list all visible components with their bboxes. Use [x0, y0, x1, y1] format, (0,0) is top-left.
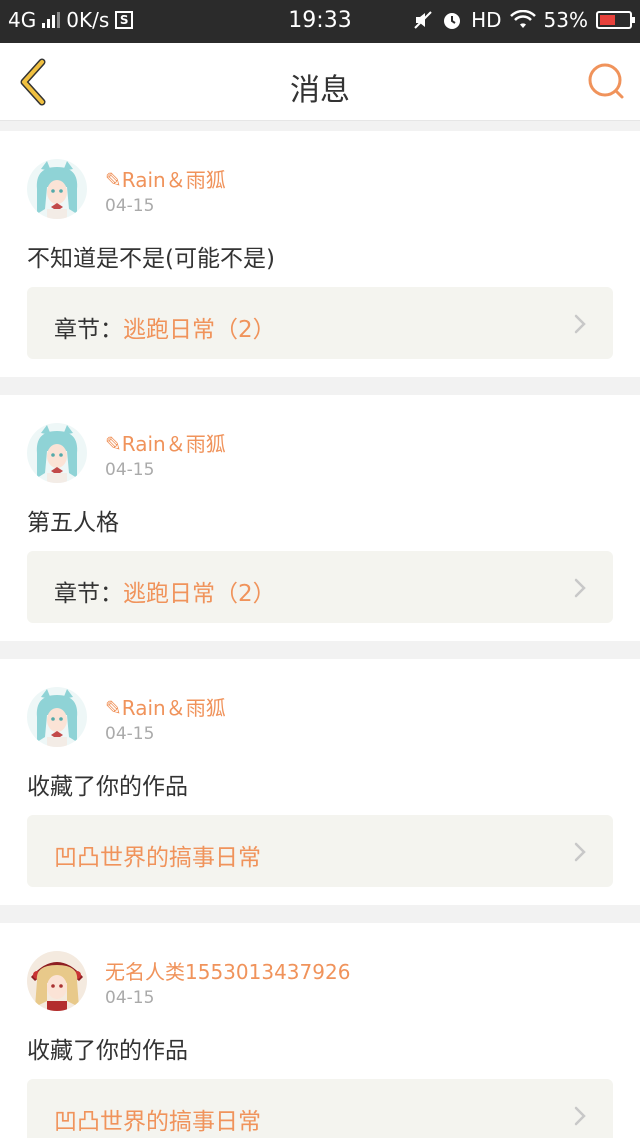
work-link[interactable]: 凹凸世界的搞事日常	[27, 1079, 613, 1138]
chapter-link[interactable]: 章节：逃跑日常（2）	[27, 287, 613, 359]
message-card: ✎Rain＆雨狐 04-15 收藏了你的作品 凹凸世界的搞事日常	[0, 659, 640, 905]
chevron-right-icon	[574, 314, 586, 334]
link-title: 逃跑日常（2）	[123, 317, 276, 343]
link-title: 逃跑日常（2）	[123, 581, 276, 607]
status-right: HD 53%	[413, 8, 635, 32]
message-content: 第五人格	[27, 510, 119, 536]
user-avatar[interactable]	[27, 951, 87, 1011]
link-prefix: 章节：	[54, 581, 123, 607]
username[interactable]: ✎Rain＆雨狐	[105, 164, 226, 193]
back-icon[interactable]	[14, 56, 54, 108]
message-date: 04-15	[105, 196, 155, 216]
user-avatar[interactable]	[27, 423, 87, 483]
status-bar: 4G 0K/s S 19:33 HD 53%	[0, 0, 640, 43]
link-title: 凹凸世界的搞事日常	[54, 845, 261, 871]
wifi-icon	[509, 10, 536, 28]
message-card: ✎Rain＆雨狐 04-15 不知道是不是(可能不是) 章节：逃跑日常（2）	[0, 131, 640, 377]
header: 消息	[0, 43, 640, 121]
message-date: 04-15	[105, 460, 155, 480]
link-title: 凹凸世界的搞事日常	[54, 1109, 261, 1135]
work-link[interactable]: 凹凸世界的搞事日常	[27, 815, 613, 887]
username[interactable]: ✎Rain＆雨狐	[105, 428, 226, 457]
message-content: 收藏了你的作品	[27, 1038, 188, 1064]
search-icon[interactable]	[586, 61, 626, 101]
message-content: 收藏了你的作品	[27, 774, 188, 800]
alarm-icon	[444, 13, 461, 29]
battery-percent: 53%	[543, 8, 588, 32]
chapter-link[interactable]: 章节：逃跑日常（2）	[27, 551, 613, 623]
chevron-right-icon	[574, 842, 586, 862]
message-date: 04-15	[105, 988, 155, 1008]
message-card: 无名人类1553013437926 04-15 收藏了你的作品 凹凸世界的搞事日…	[0, 923, 640, 1138]
page-title: 消息	[290, 73, 350, 108]
chevron-right-icon	[574, 578, 586, 598]
message-card: ✎Rain＆雨狐 04-15 第五人格 章节：逃跑日常（2）	[0, 395, 640, 641]
user-avatar[interactable]	[27, 159, 87, 219]
message-date: 04-15	[105, 724, 155, 744]
user-avatar[interactable]	[27, 687, 87, 747]
username[interactable]: ✎Rain＆雨狐	[105, 692, 226, 721]
username[interactable]: 无名人类1553013437926	[105, 956, 350, 985]
link-prefix: 章节：	[54, 317, 123, 343]
hd-label: HD	[471, 8, 502, 32]
message-content: 不知道是不是(可能不是)	[27, 246, 275, 272]
message-list: ✎Rain＆雨狐 04-15 不知道是不是(可能不是) 章节：逃跑日常（2） ✎…	[0, 131, 640, 1138]
chevron-right-icon	[574, 1106, 586, 1126]
battery-icon	[596, 11, 635, 29]
mute-icon	[414, 11, 432, 29]
